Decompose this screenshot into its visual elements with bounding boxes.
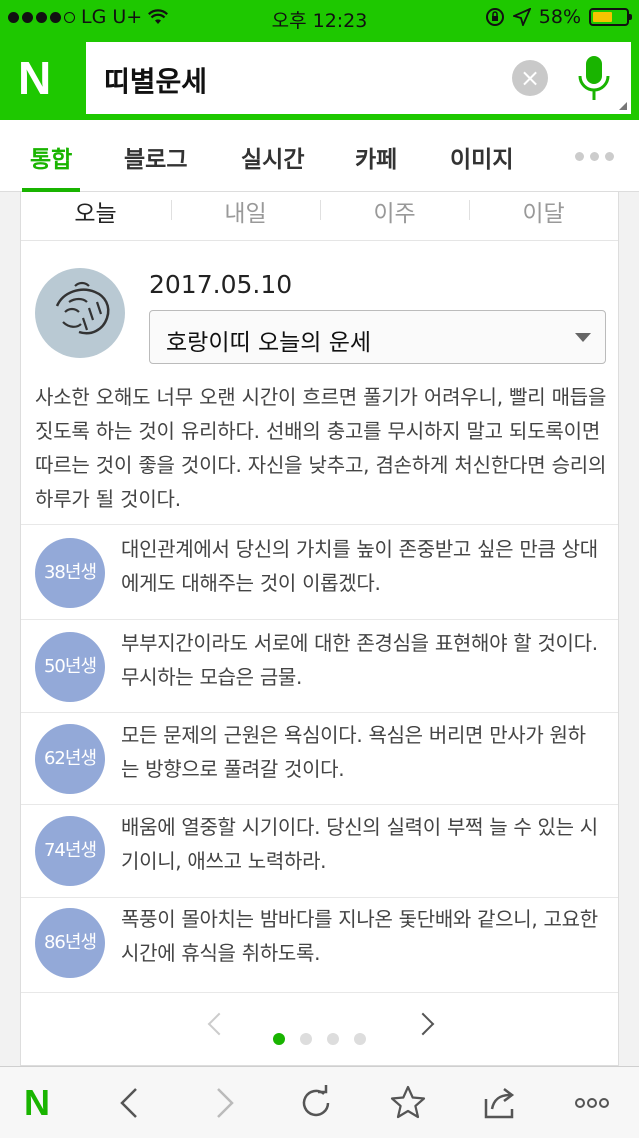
divider: [21, 619, 618, 620]
period-tab-tomorrow[interactable]: 내일: [171, 194, 320, 228]
year-fortune-text: 배움에 열중할 시기이다. 당신의 실력이 부쩍 늘 수 있는 시기이니, 애쓰…: [121, 815, 598, 873]
search-header: N 띠별운세 ×: [0, 36, 639, 120]
bookmark-star-icon[interactable]: [388, 1083, 428, 1123]
page-dot[interactable]: [273, 1033, 285, 1045]
year-badge: 38년생: [35, 538, 105, 608]
resize-corner-icon: [619, 102, 627, 110]
bottom-toolbar: N: [0, 1066, 639, 1138]
fortune-card: 오늘 내일 이주 이달 2017.05.10 호랑이띠 오늘의 운세 사소한 오…: [20, 192, 619, 1066]
page-dot[interactable]: [300, 1033, 312, 1045]
period-tab-today[interactable]: 오늘: [21, 194, 170, 228]
divider: [21, 992, 618, 993]
divider: [21, 524, 618, 525]
year-badge: 62년생: [35, 724, 105, 794]
divider: [21, 712, 618, 713]
divider: [21, 897, 618, 898]
battery-icon: [589, 8, 632, 26]
year-badge: 74년생: [35, 816, 105, 886]
divider: [21, 804, 618, 805]
period-tab-week[interactable]: 이주: [320, 194, 469, 228]
fortune-date: 2017.05.10: [149, 270, 293, 299]
status-bar: LG U+ 오후 12:23 58%: [0, 0, 639, 36]
period-tabs: 오늘 내일 이주 이달: [21, 192, 618, 241]
year-badge: 50년생: [35, 632, 105, 702]
chevron-down-icon: [575, 333, 591, 342]
battery-percent: 58%: [538, 6, 581, 28]
status-right: 58%: [485, 6, 632, 28]
chevron-right-icon[interactable]: [411, 1012, 435, 1036]
chevron-left-icon[interactable]: [207, 1012, 231, 1036]
search-box[interactable]: 띠별운세 ×: [86, 42, 631, 114]
period-tab-month[interactable]: 이달: [469, 194, 618, 228]
tab-cafe[interactable]: 카페: [355, 140, 397, 174]
clear-icon[interactable]: ×: [512, 60, 548, 96]
share-icon[interactable]: [480, 1083, 520, 1123]
page-indicator: [273, 1033, 366, 1045]
mic-icon[interactable]: [574, 54, 614, 104]
pagination: [21, 1012, 618, 1052]
refresh-icon[interactable]: [296, 1083, 336, 1123]
tiger-zodiac-icon: [35, 268, 125, 358]
forward-icon[interactable]: [204, 1083, 244, 1123]
back-icon[interactable]: [110, 1083, 150, 1123]
more-dots-icon[interactable]: [575, 152, 614, 161]
naver-logo[interactable]: N: [18, 54, 68, 102]
year-badge: 86년생: [35, 908, 105, 978]
page-dot[interactable]: [327, 1033, 339, 1045]
search-input[interactable]: 띠별운세: [104, 60, 207, 100]
year-fortune-text: 대인관계에서 당신의 가치를 높이 존중받고 싶은 만큼 상대에게도 대해주는 …: [121, 537, 598, 595]
zodiac-select[interactable]: 호랑이띠 오늘의 운세: [149, 310, 606, 364]
page-dot[interactable]: [354, 1033, 366, 1045]
year-fortune-text: 폭풍이 몰아치는 밤바다를 지나온 돛단배와 같으니, 고요한 시간에 휴식을 …: [121, 907, 598, 965]
year-fortune-text: 모든 문제의 근원은 욕심이다. 욕심은 버리면 만사가 원하는 방향으로 풀려…: [121, 723, 586, 781]
more-icon[interactable]: [572, 1083, 612, 1123]
location-arrow-icon: [512, 8, 531, 26]
daily-fortune-text: 사소한 오해도 너무 오랜 시간이 흐르면 풀기가 어려우니, 빨리 매듭을 짓…: [35, 385, 607, 511]
tab-image[interactable]: 이미지: [450, 140, 513, 174]
search-category-tabs: 통합 블로그 실시간 카페 이미지: [0, 120, 639, 192]
tab-realtime[interactable]: 실시간: [241, 140, 304, 174]
zodiac-select-value: 호랑이띠 오늘의 운세: [166, 330, 372, 356]
tab-blog[interactable]: 블로그: [124, 140, 187, 174]
year-fortune-text: 부부지간이라도 서로에 대한 존경심을 표현해야 할 것이다. 무시하는 모습은…: [121, 631, 598, 689]
rotation-lock-icon: [485, 8, 504, 26]
naver-home-logo[interactable]: N: [24, 1085, 50, 1121]
tab-integrated[interactable]: 통합: [30, 140, 72, 174]
